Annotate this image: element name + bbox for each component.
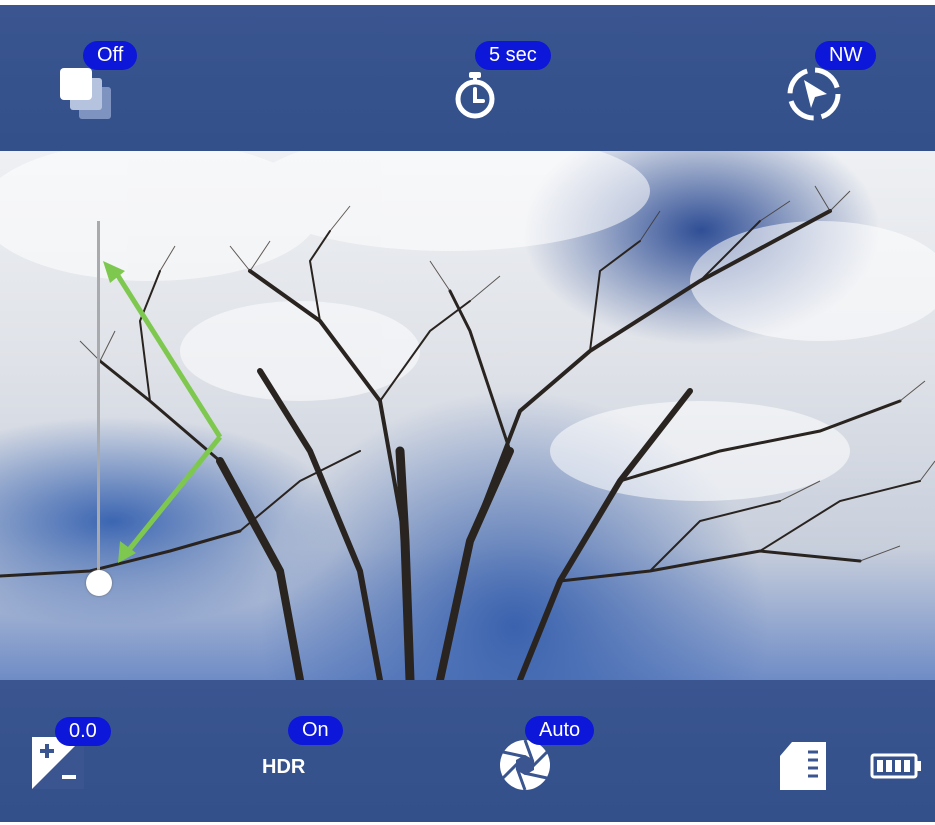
exposure-badge: 0.0 <box>55 717 111 746</box>
battery-icon <box>870 753 921 779</box>
orientation-badge: NW <box>815 41 877 70</box>
aperture-badge: Auto <box>525 716 595 745</box>
annotation-arrows <box>103 261 223 563</box>
exposure-compensation-button[interactable]: 0.0 <box>25 710 125 805</box>
orientation-button[interactable]: NW <box>770 25 900 125</box>
self-timer-button[interactable]: 5 sec <box>440 25 570 125</box>
hdr-label: HDR <box>262 756 306 778</box>
top-toolbar: Off 5 sec NW <box>0 5 935 151</box>
camera-app: Off 5 sec NW 0.0 On HDR Auto <box>0 0 935 825</box>
timer-icon <box>455 72 495 119</box>
aperture-button[interactable]: Auto <box>480 710 620 805</box>
multi-shot-button[interactable]: Off <box>40 25 150 125</box>
camera-viewfinder[interactable] <box>0 151 935 680</box>
layers-icon <box>60 68 111 119</box>
hdr-badge: On <box>288 716 343 745</box>
sd-card-icon <box>780 742 826 790</box>
aperture-icon <box>500 739 550 791</box>
compass-arrow-icon <box>787 67 841 121</box>
self-timer-badge: 5 sec <box>475 41 551 70</box>
bottom-toolbar: 0.0 On HDR Auto <box>0 680 935 822</box>
hdr-button[interactable]: On HDR <box>250 710 360 790</box>
multi-shot-badge: Off <box>83 41 138 70</box>
